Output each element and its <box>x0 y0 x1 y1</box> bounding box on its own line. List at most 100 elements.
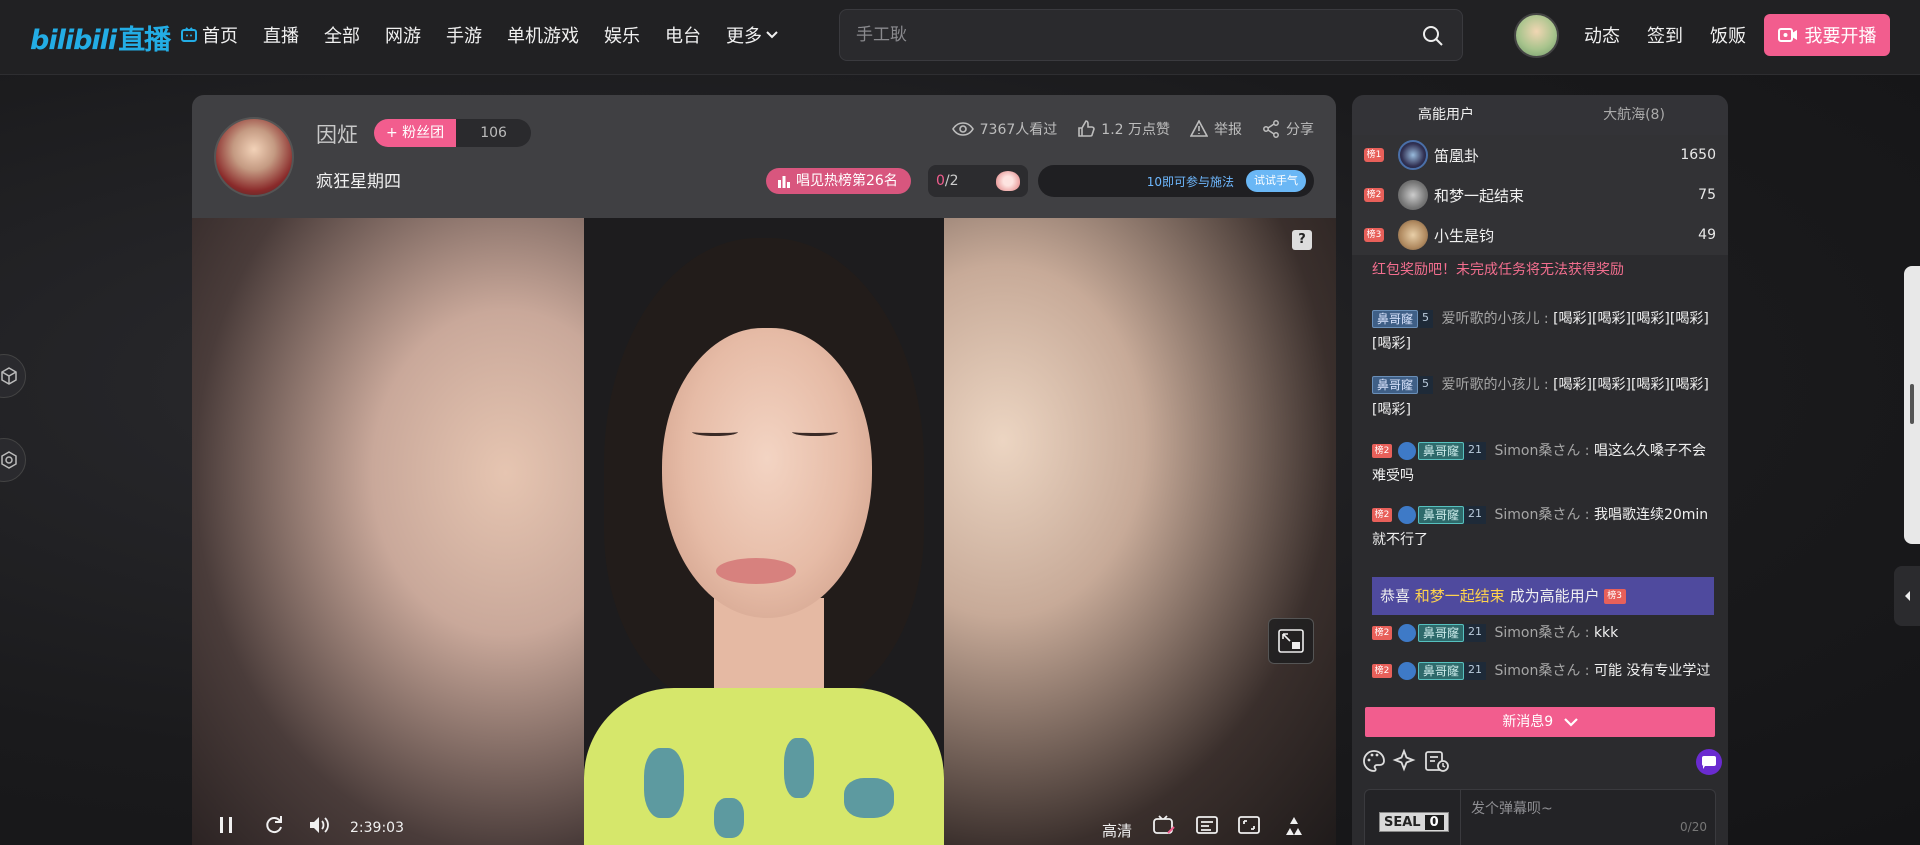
report-button[interactable]: 举报 <box>1190 119 1242 139</box>
hot-rank-badge[interactable]: 唱见热榜第26名 <box>766 168 911 194</box>
fan-medal[interactable]: 鼻哥窿 <box>1418 662 1465 680</box>
danmaku-toggle-icon[interactable] <box>1152 815 1176 837</box>
congrats-banner: 恭喜 和梦一起结束 成为高能用户 榜3 <box>1372 577 1714 615</box>
video-blur-left <box>192 218 584 845</box>
anchor-name[interactable]: 因炡 <box>316 119 358 149</box>
share-button[interactable]: 分享 <box>1262 119 1314 139</box>
palette-icon[interactable] <box>1362 749 1386 773</box>
player-controls: 2:39:03 高清 <box>192 805 1336 845</box>
nav-single-player[interactable]: 单机游戏 <box>507 22 579 48</box>
sparkle-icon[interactable] <box>1392 749 1416 773</box>
fan-count: 106 <box>456 119 531 147</box>
fan-medal[interactable]: 鼻哥窿 <box>1372 310 1419 328</box>
nav-mobile-games[interactable]: 手游 <box>446 22 482 48</box>
danmaku-settings-icon[interactable] <box>1196 815 1218 835</box>
nav-online-games[interactable]: 网游 <box>385 22 421 48</box>
join-fan-club-button[interactable]: + 粉丝团 <box>374 119 457 147</box>
picture-in-picture-icon[interactable] <box>1268 618 1314 664</box>
video-stream[interactable]: ? 2:39:03 高清 <box>192 218 1336 845</box>
web-fullscreen-icon[interactable] <box>1238 815 1260 835</box>
rank-badge: 榜2 <box>1372 664 1392 678</box>
rank-row[interactable]: 榜1 笛凰卦 1650 <box>1352 135 1728 175</box>
chat-text: 可能 没有专业学过 <box>1593 663 1711 679</box>
fan-medal[interactable]: 鼻哥窿 <box>1418 624 1465 642</box>
chat-message: 鼻哥窿 5 爱听歌的小孩儿 : [喝彩][喝彩][喝彩][喝彩][喝彩] <box>1372 373 1712 423</box>
chat-username[interactable]: 爱听歌的小孩儿 : <box>1441 311 1548 327</box>
user-avatar[interactable] <box>1514 13 1559 58</box>
share-icon <box>1263 120 1279 138</box>
clock-list-icon[interactable] <box>1424 749 1450 773</box>
pause-icon[interactable] <box>218 815 234 835</box>
rank-badge: 榜3 <box>1603 589 1626 604</box>
refresh-icon[interactable] <box>264 815 284 835</box>
tv-icon <box>181 27 197 42</box>
medal-level: 21 <box>1464 662 1487 680</box>
help-icon[interactable]: ? <box>1292 230 1312 250</box>
task-text: 10即可参与施法 <box>1146 175 1234 189</box>
avatar <box>1398 180 1428 210</box>
seal-medal[interactable]: SEAL 0 <box>1365 790 1461 845</box>
congrats-user[interactable]: 和梦一起结束 <box>1415 587 1505 605</box>
anchor-icon <box>1398 442 1416 460</box>
fan-medal[interactable]: 鼻哥窿 <box>1418 442 1465 460</box>
chat-text: kkk <box>1593 625 1619 641</box>
nav-radio[interactable]: 电台 <box>665 22 701 48</box>
fullscreen-icon[interactable] <box>1282 815 1306 837</box>
try-luck-button[interactable]: 试试手气 <box>1246 170 1306 192</box>
fanfan-link[interactable]: 饭贩 <box>1710 22 1746 48</box>
chat-username[interactable]: Simon桑さん : <box>1494 443 1589 459</box>
rank-list: 榜1 笛凰卦 1650 榜2 和梦一起结束 75 榜3 小生是钧 49 <box>1352 135 1728 255</box>
search-icon[interactable] <box>1422 25 1444 47</box>
fan-medal[interactable]: 鼻哥窿 <box>1372 376 1419 394</box>
medal-level: 5 <box>1418 376 1434 394</box>
go-live-button[interactable]: 我要开播 <box>1764 14 1890 56</box>
chat-message: 榜2 鼻哥窿 21 Simon桑さん : 我唱歌连续20min就不行了 <box>1372 503 1712 553</box>
like-count[interactable]: 1.2 万点赞 <box>1077 119 1170 139</box>
bilibili-live-logo[interactable]: bilibili直播 <box>30 18 171 57</box>
rank-score: 49 <box>1698 227 1716 243</box>
chat-username[interactable]: 爱听歌的小孩儿 : <box>1441 377 1548 393</box>
chat-bubble-icon[interactable] <box>1696 749 1722 775</box>
fan-medal[interactable]: 鼻哥窿 <box>1418 506 1465 524</box>
nav-all[interactable]: 全部 <box>324 22 360 48</box>
play-time: 2:39:03 <box>350 820 404 836</box>
nav-live[interactable]: 直播 <box>263 22 299 48</box>
page-scrollbar[interactable] <box>1904 266 1920 544</box>
rank-user-name: 笛凰卦 <box>1434 146 1480 165</box>
thumbs-up-icon <box>1078 120 1096 137</box>
medal-level: 21 <box>1464 442 1487 460</box>
checkin-link[interactable]: 签到 <box>1647 22 1683 48</box>
volume-icon[interactable] <box>308 815 330 835</box>
rank-row[interactable]: 榜2 和梦一起结束 75 <box>1352 175 1728 215</box>
room-stats: 7367人看过 1.2 万点赞 举报 分享 <box>932 119 1314 139</box>
chat-username[interactable]: Simon桑さん : <box>1494 507 1589 523</box>
rank-row[interactable]: 榜3 小生是钧 49 <box>1352 215 1728 255</box>
pk-progress[interactable]: 0/2 <box>928 165 1028 197</box>
fan-club[interactable]: + 粉丝团 106 <box>374 119 531 147</box>
tab-guard[interactable]: 大航海(8) <box>1540 95 1728 135</box>
rank-badge: 榜2 <box>1372 626 1392 640</box>
chat-tools <box>1352 741 1728 781</box>
new-messages-button[interactable]: 新消息9 <box>1365 707 1715 737</box>
nav-more[interactable]: 更多 <box>726 22 782 48</box>
danmaku-input[interactable] <box>1471 798 1707 838</box>
nav-home[interactable]: 首页 <box>180 22 238 48</box>
side-collapse-button[interactable] <box>1894 566 1920 626</box>
rank-badge: 榜2 <box>1364 188 1384 202</box>
search-input[interactable] <box>856 22 1396 48</box>
chevron-left-icon <box>1905 591 1910 601</box>
nav-entertainment[interactable]: 娱乐 <box>604 22 640 48</box>
dynamics-link[interactable]: 动态 <box>1584 22 1620 48</box>
rank-badge: 榜2 <box>1372 508 1392 522</box>
chat-username[interactable]: Simon桑さん : <box>1494 663 1589 679</box>
chat-username[interactable]: Simon桑さん : <box>1494 625 1589 641</box>
top-navigation-bar: bilibili直播 首页 直播 全部 网游 手游 单机游戏 娱乐 电台 更多 … <box>0 0 1920 75</box>
cake-icon <box>996 171 1020 191</box>
tab-high-energy-users[interactable]: 高能用户 <box>1352 95 1540 135</box>
room-title: 疯狂星期四 <box>316 172 401 192</box>
view-count: 7367人看过 <box>951 119 1057 139</box>
quality-selector[interactable]: 高清 <box>1102 820 1132 841</box>
room-header: 因炡 + 粉丝团 106 疯狂星期四 7367人看过 1.2 万点赞 举报 分享 <box>192 95 1336 218</box>
anchor-avatar[interactable] <box>214 117 294 197</box>
anchor-icon <box>1398 624 1416 642</box>
